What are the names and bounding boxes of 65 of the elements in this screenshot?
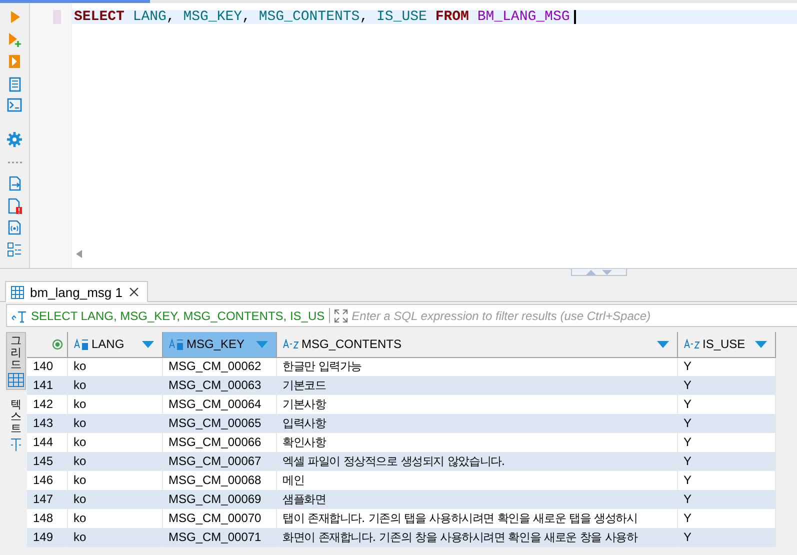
string-az-icon (282, 339, 298, 350)
sort-dropdown-icon[interactable] (754, 340, 766, 348)
message-content-cell: 입력사항 (276, 414, 677, 433)
string-az-icon (684, 339, 700, 350)
script-run-icon[interactable] (8, 54, 22, 69)
sql-filter-icon (11, 308, 27, 322)
filter-field[interactable]: SELECT LANG, MSG_KEY, MSG_CONTENTS, IS_US Enter a SQL expression to filter results (use Ctrl+Space) (6, 304, 797, 327)
run-icon[interactable] (8, 10, 20, 24)
language-cell: ko (67, 528, 162, 547)
usage-flag-cell: Y (677, 490, 775, 509)
gear-icon[interactable] (7, 132, 22, 147)
row-number: 145 (27, 452, 67, 471)
scroll-left-icon[interactable] (76, 250, 82, 258)
list-settings-icon[interactable] (7, 242, 22, 257)
sort-dropdown-icon[interactable] (256, 340, 268, 348)
table-icon (11, 286, 24, 298)
sort-dropdown-icon[interactable] (656, 340, 668, 348)
view-tab[interactable]: 그리드 (6, 332, 26, 390)
message-key-cell: MSG_CM_00071 (162, 528, 276, 547)
column-header[interactable]: IS_USE (677, 332, 775, 357)
row-number: 143 (27, 414, 67, 433)
view-tab[interactable]: 텍스트 (6, 396, 26, 455)
usage-flag-cell: Y (677, 528, 775, 547)
message-content-cell: 화면이 존재합니다. 기존의 창을 사용하시려면 확인을 새로운 창을 사용하 (276, 528, 677, 547)
sql-query-text[interactable]: SELECT LANG, MSG_KEY, MSG_CONTENTS, IS_USE FROM BM_LANG_MSG (74, 10, 570, 24)
separator-dots-icon (6, 161, 22, 164)
column-header[interactable]: MSG_KEY (162, 332, 276, 357)
language-cell: ko (67, 452, 162, 471)
close-icon[interactable] (128, 287, 138, 297)
language-cell: ko (67, 376, 162, 395)
message-key-cell: MSG_CM_00069 (162, 490, 276, 509)
document-error-icon[interactable] (8, 198, 22, 214)
document-variable-icon[interactable] (8, 220, 22, 235)
message-key-cell: MSG_CM_00063 (162, 376, 276, 395)
filter-query-text: SELECT LANG, MSG_KEY, MSG_CONTENTS, IS_US (31, 308, 325, 322)
message-content-cell: 샘플화면 (276, 490, 677, 509)
export-icon[interactable] (8, 176, 22, 191)
grid-icon (8, 373, 24, 388)
document-icon[interactable] (8, 77, 22, 93)
column-header[interactable]: MSG_CONTENTS (276, 332, 677, 357)
language-cell: ko (67, 490, 162, 509)
record-icon (52, 338, 62, 350)
expand-icon[interactable] (334, 308, 348, 322)
message-key-cell: MSG_CM_00067 (162, 452, 276, 471)
filter-placeholder: Enter a SQL expression to filter results (use Ctrl+Space) (352, 308, 651, 322)
message-key-cell: MSG_CM_00065 (162, 414, 276, 433)
usage-flag-cell: Y (677, 452, 775, 471)
message-content-cell: 엑셀 파일이 정상적으로 생성되지 않았습니다. (276, 452, 677, 471)
result-tab[interactable]: bm_lang_msg 1 (5, 281, 148, 302)
column-header[interactable]: LANG (67, 332, 162, 357)
message-content-cell: 기본코드 (276, 376, 677, 395)
usage-flag-cell: Y (677, 376, 775, 395)
row-number: 147 (27, 490, 67, 509)
string-key-icon (168, 338, 184, 350)
terminal-icon[interactable] (7, 98, 22, 112)
sort-dropdown-icon[interactable] (142, 340, 154, 348)
text-cursor (574, 10, 576, 24)
row-number: 141 (27, 376, 67, 395)
language-cell: ko (67, 414, 162, 433)
panel-splitter-handle[interactable] (571, 269, 627, 276)
string-key-icon (74, 338, 88, 350)
row-number: 149 (27, 528, 67, 547)
usage-flag-cell: Y (677, 414, 775, 433)
run-plus-icon[interactable] (8, 33, 22, 47)
text-view-icon (10, 438, 22, 452)
